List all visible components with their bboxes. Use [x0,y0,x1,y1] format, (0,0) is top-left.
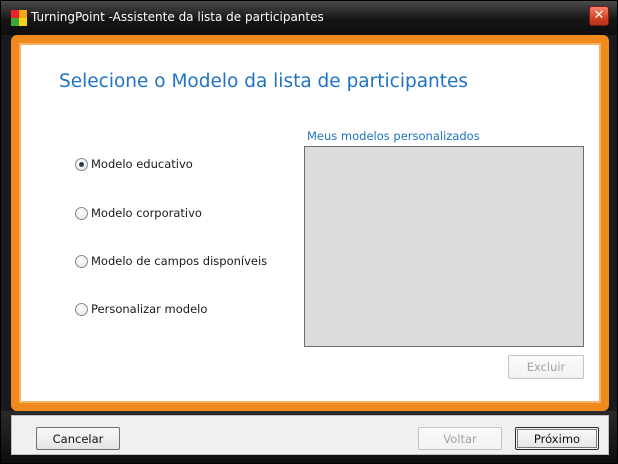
title-bar[interactable]: TurningPoint -Assistente da lista de par… [1,1,617,35]
custom-models-label: Meus modelos personalizados [307,129,480,143]
page-title: Selecione o Modelo da lista de participa… [59,71,469,92]
radio-button-icon[interactable] [75,303,88,316]
radio-button-icon[interactable] [75,255,88,268]
radio-label: Modelo educativo [91,157,193,171]
next-button[interactable]: Próximo [515,427,599,450]
wizard-window: TurningPoint -Assistente da lista de par… [0,0,618,464]
radio-label: Modelo de campos disponíveis [91,254,268,268]
footer-bar: Cancelar Voltar Próximo [1,411,617,463]
footer-button-panel: Cancelar Voltar Próximo [11,415,609,455]
radio-button-icon[interactable] [75,207,88,220]
cancel-button[interactable]: Cancelar [36,427,120,450]
window-title: TurningPoint -Assistente da lista de par… [31,10,324,24]
radio-button-icon[interactable] [75,158,88,171]
radio-selected-dot [79,162,84,167]
radio-label: Personalizar modelo [91,302,208,316]
radio-label: Modelo corporativo [91,206,202,220]
wizard-content-panel: Selecione o Modelo da lista de participa… [11,35,609,411]
turningpoint-app-icon [11,10,27,26]
custom-models-list[interactable] [304,146,584,347]
close-icon[interactable]: ✕ [589,6,609,26]
back-button[interactable]: Voltar [418,427,502,450]
delete-button[interactable]: Excluir [508,355,584,379]
